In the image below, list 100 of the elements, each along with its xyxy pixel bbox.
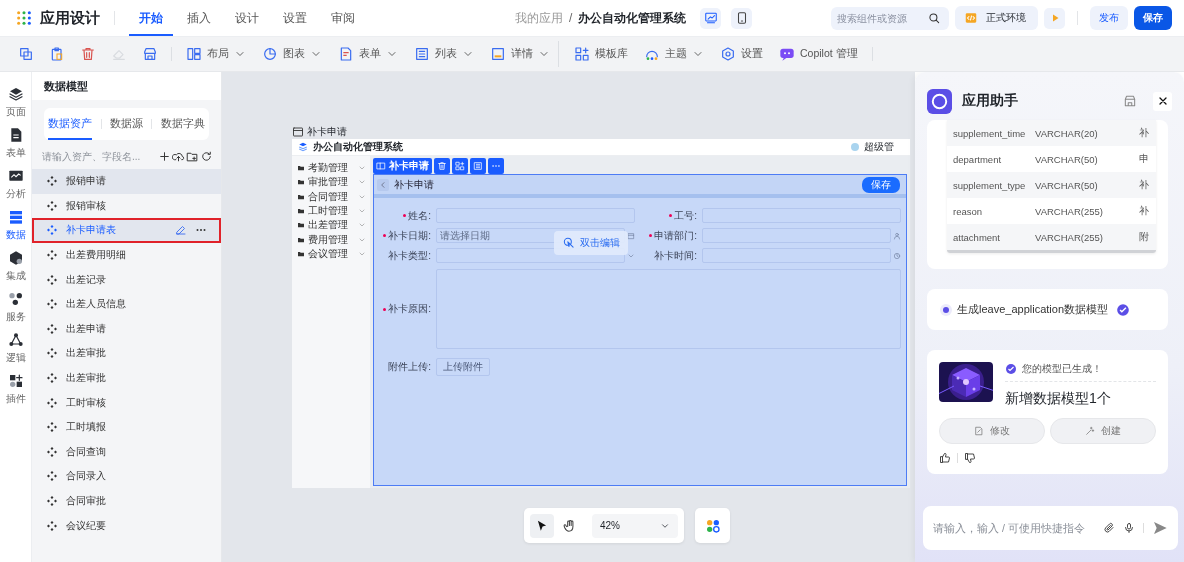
tablet-view-button[interactable] bbox=[731, 7, 753, 29]
panel-tab[interactable]: 数据源 bbox=[109, 108, 143, 140]
menu-item[interactable]: 费用管理 bbox=[308, 232, 355, 247]
preview-button[interactable] bbox=[1044, 7, 1065, 29]
environment-button[interactable]: 正式环境 bbox=[955, 6, 1038, 30]
chat-input[interactable]: 请输入，输入 / 可使用快捷指令 bbox=[933, 522, 1095, 534]
component-button[interactable] bbox=[452, 158, 468, 174]
magic-wand-icon bbox=[1085, 426, 1095, 436]
model-name: 会议纪要 bbox=[66, 518, 107, 533]
model-icon bbox=[46, 421, 58, 434]
delete-button[interactable] bbox=[434, 158, 450, 174]
model-item[interactable]: 出差记录 bbox=[32, 267, 221, 292]
menu-item[interactable]: 工时管理 bbox=[308, 204, 355, 219]
add-icon[interactable] bbox=[158, 150, 171, 163]
create-button[interactable]: 创建 bbox=[1050, 418, 1156, 444]
search-field[interactable]: 搜索组件或资源 bbox=[831, 6, 949, 30]
selected-form[interactable]: 补卡申请 保存 姓名: 补卡日期: 请选择日期 补卡类型: 工号: 申请部门: 补卡时间: 补卡原因: 附件上传: 上传附件 双击编辑 bbox=[373, 174, 907, 486]
thumbs-down-icon[interactable] bbox=[964, 452, 976, 464]
model-item[interactable]: 合同查询 bbox=[32, 439, 221, 465]
toolbar-dropdown[interactable]: 主题 bbox=[636, 41, 712, 67]
model-item[interactable]: 合同审批 bbox=[32, 488, 221, 514]
upload-icon[interactable] bbox=[172, 150, 185, 163]
model-item[interactable]: 出差费用明细 bbox=[32, 242, 221, 268]
field-label: 补卡时间: bbox=[653, 248, 698, 263]
toolbar-button[interactable]: 设置 bbox=[712, 41, 771, 67]
rail-item[interactable]: 服务 bbox=[0, 291, 31, 324]
toolbar-dropdown[interactable]: 详情 bbox=[482, 41, 558, 67]
model-icon bbox=[46, 372, 58, 385]
menu-item[interactable]: 考勤管理 bbox=[308, 161, 355, 176]
publish-button[interactable]: 发布 bbox=[1090, 6, 1128, 30]
calendar-icon bbox=[627, 231, 635, 240]
paperclip-icon[interactable] bbox=[1103, 522, 1115, 534]
field-label: 姓名: bbox=[374, 208, 434, 223]
rail-item[interactable]: 集成 bbox=[0, 250, 31, 283]
layout-icon bbox=[186, 46, 202, 62]
model-item[interactable]: 工时审核 bbox=[32, 390, 221, 415]
monitor-icon bbox=[703, 11, 718, 25]
menu-tab[interactable]: 审阅 bbox=[321, 0, 365, 36]
model-item[interactable]: 报销申请 bbox=[32, 169, 221, 194]
zoom-select[interactable]: 42% bbox=[592, 513, 678, 538]
menu-tab[interactable]: 设计 bbox=[225, 0, 269, 36]
model-item[interactable]: 补卡申请表 bbox=[32, 218, 221, 243]
edit-tooltip[interactable]: 双击编辑 bbox=[554, 231, 628, 255]
component-label[interactable]: 补卡申请 bbox=[373, 158, 432, 174]
search-input[interactable]: 搜索组件或资源 bbox=[837, 12, 927, 24]
model-item[interactable]: 会议纪要 bbox=[32, 513, 221, 538]
panel-tab[interactable]: 数据资产 bbox=[48, 108, 93, 140]
field-label: 附件上传: bbox=[387, 360, 432, 374]
upload-button[interactable]: 上传附件 bbox=[436, 358, 490, 376]
shop-icon[interactable] bbox=[1123, 94, 1137, 108]
menu-item[interactable]: 出差管理 bbox=[308, 218, 355, 233]
send-icon[interactable] bbox=[1152, 520, 1168, 536]
model-name: 出差申请 bbox=[66, 321, 107, 336]
clock-icon bbox=[893, 251, 901, 260]
select-tool[interactable] bbox=[530, 513, 554, 538]
toolbar-button[interactable]: Copilot 管理 bbox=[771, 41, 866, 67]
rail-item[interactable]: 逻辑 bbox=[0, 332, 31, 365]
rail-item[interactable]: 分析 bbox=[0, 168, 31, 201]
menu-tab[interactable]: 插入 bbox=[177, 0, 221, 36]
toolbar-dropdown[interactable]: 图表 bbox=[254, 41, 330, 67]
menu-item[interactable]: 审批管理 bbox=[308, 175, 355, 190]
close-button[interactable] bbox=[1153, 91, 1172, 111]
save-button[interactable]: 保存 bbox=[1134, 6, 1172, 30]
model-item[interactable]: 出差申请 bbox=[32, 316, 221, 342]
model-icon bbox=[46, 175, 58, 188]
edit-icon[interactable] bbox=[175, 224, 187, 237]
modify-button[interactable]: 修改 bbox=[939, 418, 1045, 444]
menu-tab[interactable]: 设置 bbox=[273, 0, 317, 36]
more-button[interactable] bbox=[488, 158, 504, 174]
back-button[interactable] bbox=[377, 178, 389, 191]
model-item[interactable]: 报销审核 bbox=[32, 193, 221, 219]
palette-button[interactable] bbox=[695, 508, 730, 543]
microphone-icon[interactable] bbox=[1123, 522, 1135, 534]
menu-tab[interactable]: 开始 bbox=[129, 0, 173, 36]
model-item[interactable]: 出差审批 bbox=[32, 365, 221, 391]
menu-item[interactable]: 合同管理 bbox=[308, 189, 355, 204]
rail-item[interactable]: 数据 bbox=[0, 209, 31, 242]
model-item[interactable]: 合同录入 bbox=[32, 464, 221, 489]
desktop-view-button[interactable] bbox=[700, 7, 722, 29]
new-folder-icon[interactable] bbox=[186, 150, 199, 163]
model-item[interactable]: 工时填报 bbox=[32, 414, 221, 440]
form-save-button[interactable]: 保存 bbox=[862, 176, 900, 193]
rail-item[interactable]: 页面 bbox=[0, 86, 31, 119]
menu-item[interactable]: 会议管理 bbox=[308, 246, 355, 261]
toolbar-dropdown[interactable]: 列表 bbox=[406, 41, 482, 67]
toolbar-dropdown[interactable]: 表单 bbox=[330, 41, 406, 67]
model-item[interactable]: 出差人员信息 bbox=[32, 291, 221, 317]
refresh-icon[interactable] bbox=[200, 150, 213, 163]
palette-icon bbox=[704, 517, 721, 534]
app-grid-icon[interactable] bbox=[16, 10, 32, 26]
rail-item[interactable]: 插件 bbox=[0, 373, 31, 406]
panel-tab[interactable]: 数据字典 bbox=[160, 108, 205, 140]
form-button[interactable] bbox=[470, 158, 486, 174]
thumbs-up-icon[interactable] bbox=[939, 452, 951, 464]
model-item[interactable]: 出差审批 bbox=[32, 341, 221, 366]
rail-item[interactable]: 表单 bbox=[0, 127, 31, 160]
toolbar-dropdown[interactable]: 布局 bbox=[178, 41, 254, 67]
toolbar-button[interactable]: 模板库 bbox=[558, 41, 636, 67]
table-cell-text: department bbox=[953, 153, 1003, 165]
asset-search-field[interactable]: 请输入资产、字段名... bbox=[42, 151, 157, 162]
